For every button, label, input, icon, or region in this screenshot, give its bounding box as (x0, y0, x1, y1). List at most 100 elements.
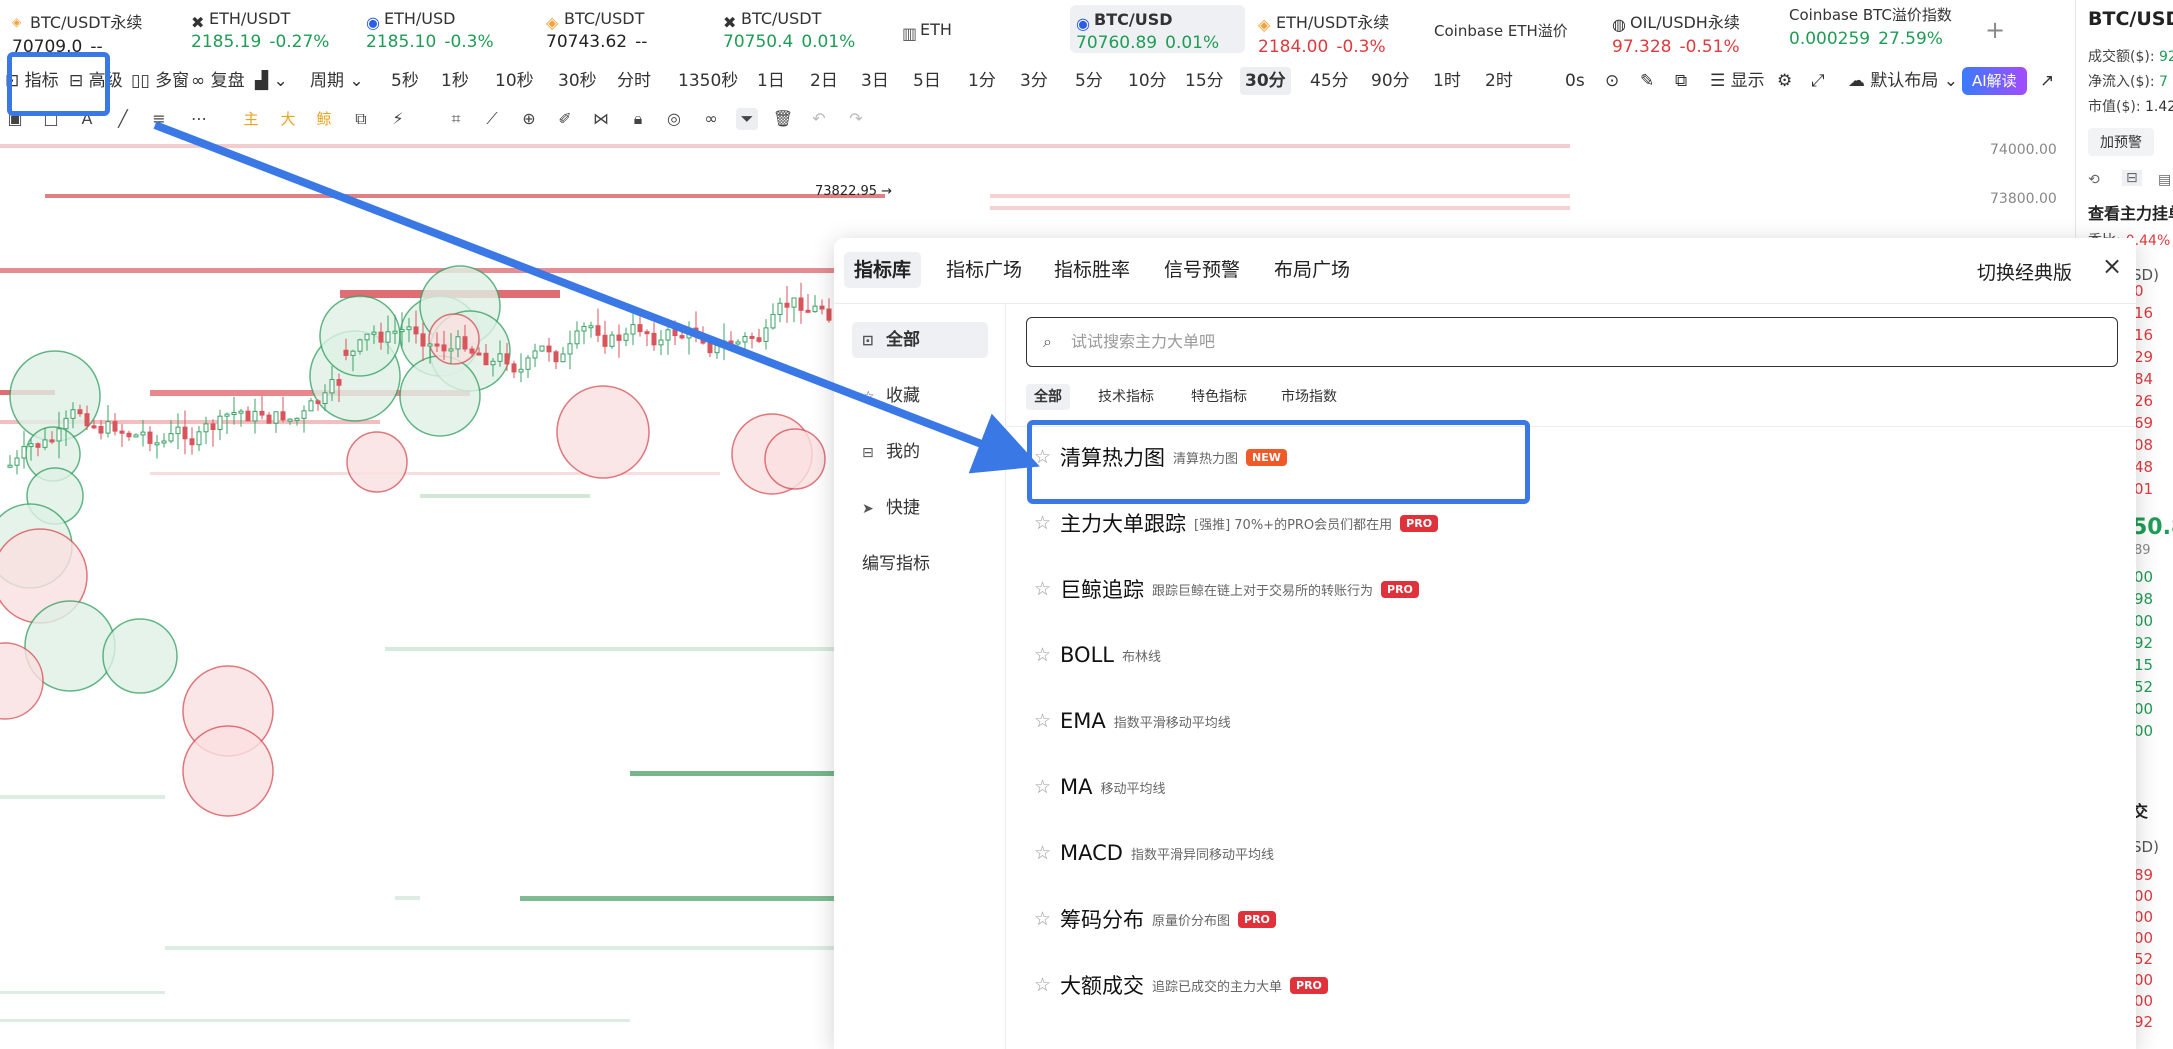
chart-type-button[interactable]: ▟ ⌄ (250, 67, 293, 95)
indicator-row[interactable]: ☆ MA 移动平均线 (1026, 758, 2116, 816)
ticker-tab[interactable]: ✖ ETH/USDT 2185.19 -0.27% (185, 9, 335, 55)
redo-icon[interactable]: ↷ (845, 108, 867, 130)
indicator-row[interactable]: ☆ 巨鲸追踪 跟踪巨鲸在链上对于交易所的转账行为 PRO (1026, 560, 2116, 618)
ticker-tab-active[interactable]: ◉ BTC/USD 70760.89 0.01% (1070, 5, 1245, 53)
lock-icon[interactable]: 🔒︎ (627, 108, 649, 130)
settings-icon[interactable]: ⚙ (1772, 67, 1797, 95)
advanced-button[interactable]: ⊟ 高级 (64, 67, 128, 95)
eraser-icon[interactable]: ✐ (554, 108, 576, 130)
interval-option[interactable]: 分时 (612, 67, 656, 95)
indicator-row[interactable]: ☆ EMA 指数平滑移动平均线 (1026, 692, 2116, 750)
indicator-row[interactable]: ☆ 大额成交 追踪已成交的主力大单 PRO (1026, 956, 2116, 1014)
interval-option[interactable]: 2时 (1480, 67, 1518, 95)
interval-option[interactable]: 1分 (963, 67, 1001, 95)
ruler-icon[interactable]: ⟋ (481, 108, 503, 130)
save-icon[interactable]: ▣ (4, 108, 26, 130)
main-force-tag[interactable]: 主 (240, 108, 262, 130)
indicator-button[interactable]: ⊡ 指标 (0, 67, 64, 95)
ticker-tab[interactable]: ◉ ETH/USD 2185.10 -0.3% (360, 9, 500, 55)
sidebar-item-favorites[interactable]: ☆ 收藏 (852, 378, 988, 414)
sidebar-item-write-indicator[interactable]: 编写指标 (852, 546, 988, 582)
copy-icon[interactable]: ⧉ (1670, 67, 1692, 95)
interval-option[interactable]: 30分 (1240, 67, 1291, 95)
sidebar-item-all[interactable]: ⊡ 全部 (852, 322, 988, 358)
seconds-toggle[interactable]: 0s (1560, 67, 1590, 95)
text-icon[interactable]: A (76, 108, 98, 130)
filter-all[interactable]: 全部 (1026, 384, 1070, 410)
line-tool-icon[interactable]: ╱ (112, 108, 134, 130)
favorite-star-icon[interactable]: ☆ (1026, 776, 1060, 798)
indicator-row[interactable]: ☆ BOLL 布林线 (1026, 626, 2116, 684)
tab-indicator-winrate[interactable]: 指标胜率 (1044, 252, 1140, 288)
link-icon[interactable]: ∞ (700, 108, 722, 130)
period-dropdown[interactable]: 周期 ⌄ (305, 67, 369, 95)
interval-option[interactable]: 10秒 (490, 67, 539, 95)
filter-featured[interactable]: 特色指标 (1183, 384, 1255, 410)
crop-icon[interactable]: ⌗ (445, 108, 467, 130)
undo-icon[interactable]: ↶ (808, 108, 830, 130)
favorite-star-icon[interactable]: ☆ (1026, 842, 1060, 864)
layout-dropdown[interactable]: ☁ 默认布局 ⌄ (1843, 67, 1963, 95)
interval-option[interactable]: 30秒 (553, 67, 602, 95)
display-button[interactable]: ☰ 显示 (1705, 67, 1770, 95)
favorite-star-icon[interactable]: ☆ (1026, 908, 1060, 930)
interval-option[interactable]: 1日 (752, 67, 790, 95)
replay-button[interactable]: ∞ 复盘 (186, 67, 250, 95)
ticker-tab[interactable]: Coinbase ETH溢价 (1428, 20, 1574, 66)
indicator-row[interactable]: ☆ 筹码分布 原量价分布图 PRO (1026, 890, 2116, 948)
magnet-icon[interactable]: ⋈ (590, 108, 612, 130)
tab-indicator-plaza[interactable]: 指标广场 (936, 252, 1032, 288)
interval-option[interactable]: 10分 (1123, 67, 1172, 95)
interval-option[interactable]: 1350秒 (673, 67, 743, 95)
layers-icon[interactable]: ⧉ (350, 108, 372, 130)
indicator-row[interactable]: ☆ MACD 指数平滑异同移动平均线 (1026, 824, 2116, 882)
indicator-search-input[interactable]: ⌕ 试试搜索主力大单吧 (1026, 317, 2118, 367)
favorite-star-icon[interactable]: ☆ (1026, 710, 1060, 732)
interval-option[interactable]: 90分 (1366, 67, 1415, 95)
ticker-tab[interactable]: ▥ ETH (896, 20, 958, 66)
tab-signal-alert[interactable]: 信号预警 (1154, 252, 1250, 288)
magic-wand-icon[interactable]: ⚡ (387, 108, 409, 130)
filter-technical[interactable]: 技术指标 (1090, 384, 1162, 410)
pen-icon[interactable]: ✎ (1635, 67, 1659, 95)
favorite-star-icon[interactable]: ☆ (1026, 644, 1060, 666)
square-icon[interactable]: □ (40, 108, 62, 130)
eye-icon[interactable]: ◎ (663, 108, 685, 130)
ticker-tab[interactable]: ◈ ETH/USDT永续 2184.00 -0.3% (1252, 9, 1395, 57)
ticker-tab[interactable]: ◍ OIL/USDH永续 97.328 -0.51% (1606, 9, 1746, 57)
interval-option[interactable]: 2日 (805, 67, 843, 95)
switch-classic-link[interactable]: 切换经典版 (1977, 258, 2072, 285)
ai-interpret-button[interactable]: AI解读 (1962, 67, 2027, 95)
filter-icon[interactable]: ⏷ (736, 108, 758, 130)
tab-layout-plaza[interactable]: 布局广场 (1264, 252, 1360, 288)
trash-icon[interactable]: 🗑︎ (772, 108, 794, 130)
interval-option[interactable]: 5秒 (386, 67, 424, 95)
filter-market-index[interactable]: 市场指数 (1273, 384, 1345, 410)
multi-window-button[interactable]: ▯▯ 多窗 (126, 67, 194, 95)
sidebar-item-shortcuts[interactable]: ➤ 快捷 (852, 490, 988, 526)
interval-option[interactable]: 5分 (1070, 67, 1108, 95)
interval-option[interactable]: 15分 (1180, 67, 1229, 95)
zoom-in-icon[interactable]: ⊕ (518, 108, 540, 130)
panel-tab-icon[interactable]: ▤ (2158, 172, 2171, 188)
add-ticker-icon[interactable]: + (1985, 16, 2005, 44)
big-order-tag[interactable]: 大 (277, 108, 299, 130)
panel-tab-icon[interactable]: ⊟ (2122, 170, 2142, 186)
favorite-star-icon[interactable]: ☆ (1026, 974, 1060, 996)
panel-tab-icon[interactable]: ⟲ (2088, 172, 2100, 188)
ticker-tab[interactable]: Coinbase BTC溢价指数 0.000259 27.59% (1783, 4, 1958, 50)
ticker-tab[interactable]: ◈ BTC/USDT永续 70709.0 -- (6, 9, 148, 57)
indicator-row[interactable]: ☆ 清算热力图 清算热力图 NEW (1026, 428, 2116, 486)
interval-option[interactable]: 1时 (1428, 67, 1466, 95)
camera-icon[interactable]: ⊙ (1600, 67, 1624, 95)
ticker-tab[interactable]: ✖ BTC/USDT 70750.4 0.01% (717, 9, 861, 55)
fullscreen-icon[interactable]: ⤢ (1806, 67, 1830, 95)
share-icon[interactable]: ↗ (2035, 67, 2059, 95)
indicator-row[interactable]: ☆ 主力大单跟踪 [强推] 70%+的PRO会员们都在用 PRO (1026, 494, 2116, 552)
dotted-line-icon[interactable]: ⋯ (188, 108, 210, 130)
horizontal-lines-icon[interactable]: ≡ (148, 108, 170, 130)
favorite-star-icon[interactable]: ☆ (1026, 578, 1060, 600)
sidebar-item-mine[interactable]: ⊟ 我的 (852, 434, 988, 470)
ticker-tab[interactable]: ◈ BTC/USDT 70743.62 -- (540, 9, 653, 55)
close-icon[interactable]: × (2102, 252, 2122, 280)
